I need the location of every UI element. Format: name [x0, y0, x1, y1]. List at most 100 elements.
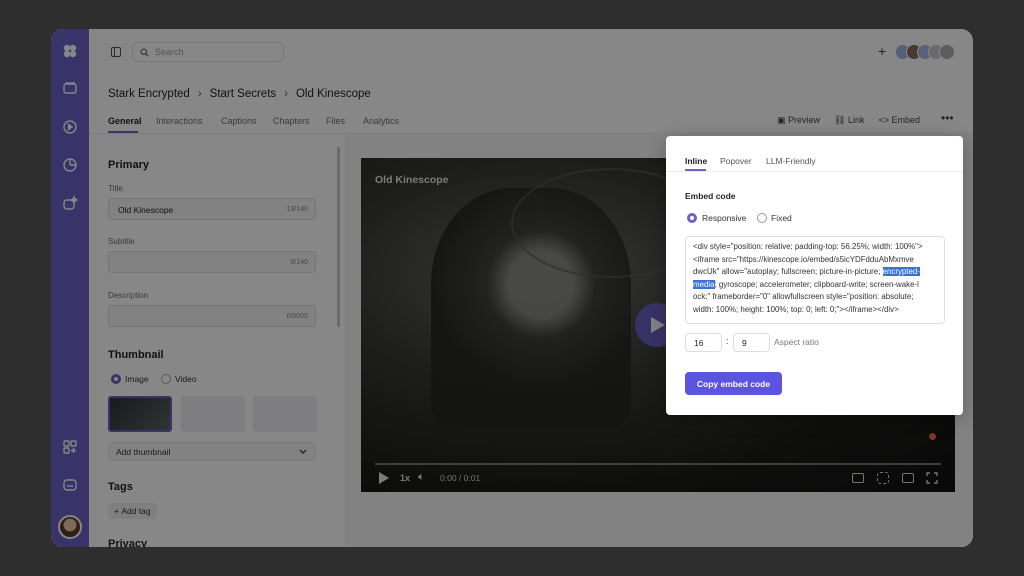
play-small-icon[interactable] — [379, 472, 389, 484]
thumb-image-label: Image — [125, 374, 149, 384]
responsive-radio[interactable] — [687, 213, 697, 223]
aspect-width-input[interactable]: 16 — [685, 333, 722, 352]
sidebar-toggle-icon[interactable] — [111, 47, 121, 57]
embed-code-textarea[interactable]: <div style="position: relative; padding-… — [685, 236, 945, 324]
code-line-text: dwcUk" allow="autoplay; fullscreen; pict… — [693, 267, 883, 276]
thumbnail-option[interactable] — [253, 396, 317, 432]
link-button[interactable]: ⛓ Link — [834, 115, 864, 126]
code-line: <div style="position: relative; padding-… — [693, 242, 923, 251]
responsive-label: Responsive — [702, 213, 747, 223]
progress-bar[interactable] — [375, 463, 941, 465]
link-label: Link — [847, 115, 865, 125]
preview-icon: ▣ — [777, 115, 789, 125]
title-input[interactable]: Old Kinescope 13/140 — [108, 198, 316, 220]
description-char-count: 0/5000 — [286, 313, 308, 320]
captions-icon[interactable] — [852, 473, 864, 483]
code-line: width: 100%; height: 100%; top: 0; left:… — [693, 304, 899, 314]
title-value: Old Kinescope — [118, 205, 174, 215]
fixed-label: Fixed — [771, 213, 792, 223]
settings-icon[interactable] — [877, 472, 889, 484]
thumbnail-option[interactable] — [181, 396, 245, 432]
aspect-width-value: 16 — [694, 338, 704, 348]
ai-icon[interactable] — [60, 193, 80, 213]
video-overlay-title: Old Kinescope — [375, 174, 449, 186]
thumb-image-radio[interactable] — [111, 374, 121, 384]
tab-chapters[interactable]: Chapters — [273, 116, 310, 126]
tab-captions[interactable]: Captions — [221, 116, 257, 126]
link-icon: ⛓ — [834, 115, 848, 125]
aspect-height-input[interactable]: 9 — [733, 333, 770, 352]
description-label: Description — [108, 291, 149, 300]
search-icon — [140, 48, 149, 57]
code-selection: encrypted- — [882, 267, 920, 276]
embed-popover: Inline Popover LLM-Friendly Embed code R… — [666, 136, 963, 415]
breadcrumb-separator: › — [284, 88, 288, 100]
breadcrumb-item[interactable]: Start Secrets — [210, 88, 276, 100]
more-options-icon[interactable]: ••• — [941, 111, 954, 125]
analytics-icon[interactable] — [60, 155, 80, 175]
aspect-separator: : — [726, 336, 729, 346]
logo-icon[interactable] — [60, 41, 80, 61]
breadcrumb-separator: › — [197, 88, 202, 100]
section-tags: Tags — [108, 481, 133, 493]
section-primary: Primary — [108, 159, 149, 171]
playback-speed[interactable]: 1x — [400, 473, 410, 483]
live-stream-icon[interactable] — [60, 117, 80, 137]
add-thumbnail-label: Add thumbnail — [116, 447, 171, 457]
preview-label: Preview — [788, 115, 821, 125]
code-line-text: ; gyroscope; accelerometer; clipboard-wr… — [714, 279, 919, 289]
add-tag-button[interactable]: + Add tag — [108, 503, 157, 519]
tab-general[interactable]: General — [108, 116, 142, 126]
thumbnail-option-selected[interactable] — [108, 396, 172, 432]
app-window: Search + Stark Encrypted › Start Secrets… — [51, 29, 973, 547]
code-selection: media — [693, 279, 715, 289]
media-library-icon[interactable] — [60, 78, 80, 98]
code-line: dwcUk" allow="autoplay; fullscreen; pict… — [693, 266, 937, 279]
title-label: Title — [108, 184, 123, 193]
breadcrumb: Stark Encrypted › Start Secrets › Old Ki… — [108, 86, 371, 102]
tab-files[interactable]: Files — [326, 116, 345, 126]
code-line: <iframe src="https://kinescope.io/embed/… — [693, 254, 914, 264]
subtitle-input[interactable]: 0/140 — [108, 251, 316, 273]
fixed-radio[interactable] — [757, 213, 767, 223]
embed-tab-llm-friendly[interactable]: LLM-Friendly — [766, 156, 816, 166]
subtitle-char-count: 0/140 — [290, 259, 308, 266]
header-actions: ▣ Preview ⛓ Link <> Embed — [777, 115, 920, 126]
subtitle-label: Subtitle — [108, 237, 135, 246]
preview-button[interactable]: ▣ Preview — [777, 115, 820, 126]
live-dot — [929, 433, 936, 440]
thumb-video-radio[interactable] — [161, 374, 171, 384]
aspect-height-value: 9 — [742, 338, 747, 348]
apps-grid-icon[interactable] — [60, 437, 80, 457]
fullscreen-icon[interactable] — [926, 472, 938, 484]
tab-interactions[interactable]: Interactions — [156, 116, 203, 126]
title-char-count: 13/140 — [286, 206, 308, 213]
chat-icon[interactable] — [60, 476, 80, 496]
embed-tab-inline[interactable]: Inline — [685, 156, 707, 166]
collaborator-avatars[interactable] — [895, 44, 957, 60]
section-thumbnail: Thumbnail — [108, 349, 164, 361]
volume-icon[interactable]: 🔈︎ — [418, 471, 425, 484]
embed-button[interactable]: <> Embed — [878, 115, 920, 126]
play-icon — [651, 317, 665, 333]
embed-icon: <> — [878, 115, 892, 125]
plus-icon: + — [114, 506, 122, 516]
search-placeholder: Search — [155, 47, 184, 57]
time-display: 0:00 / 0:01 — [440, 473, 481, 483]
code-line: ock;" frameborder="0" allowfullscreen st… — [693, 292, 914, 301]
embed-label: Embed — [891, 115, 921, 125]
user-avatar[interactable] — [58, 515, 82, 539]
add-icon[interactable]: + — [878, 43, 886, 59]
description-input[interactable]: 0/5000 — [108, 305, 316, 327]
copy-embed-code-button[interactable]: Copy embed code — [685, 372, 782, 395]
form-scrollbar[interactable] — [337, 147, 340, 327]
search-box[interactable]: Search — [132, 42, 284, 62]
breadcrumb-item[interactable]: Stark Encrypted — [108, 88, 190, 100]
tab-analytics[interactable]: Analytics — [363, 116, 399, 126]
add-thumbnail-select[interactable]: Add thumbnail — [108, 442, 316, 461]
add-tag-label: Add tag — [121, 506, 151, 516]
picture-in-picture-icon[interactable] — [902, 473, 914, 483]
breadcrumb-current: Old Kinescope — [295, 88, 371, 100]
embed-tab-popover[interactable]: Popover — [720, 156, 752, 166]
aspect-ratio-label: Aspect ratio — [774, 337, 819, 347]
